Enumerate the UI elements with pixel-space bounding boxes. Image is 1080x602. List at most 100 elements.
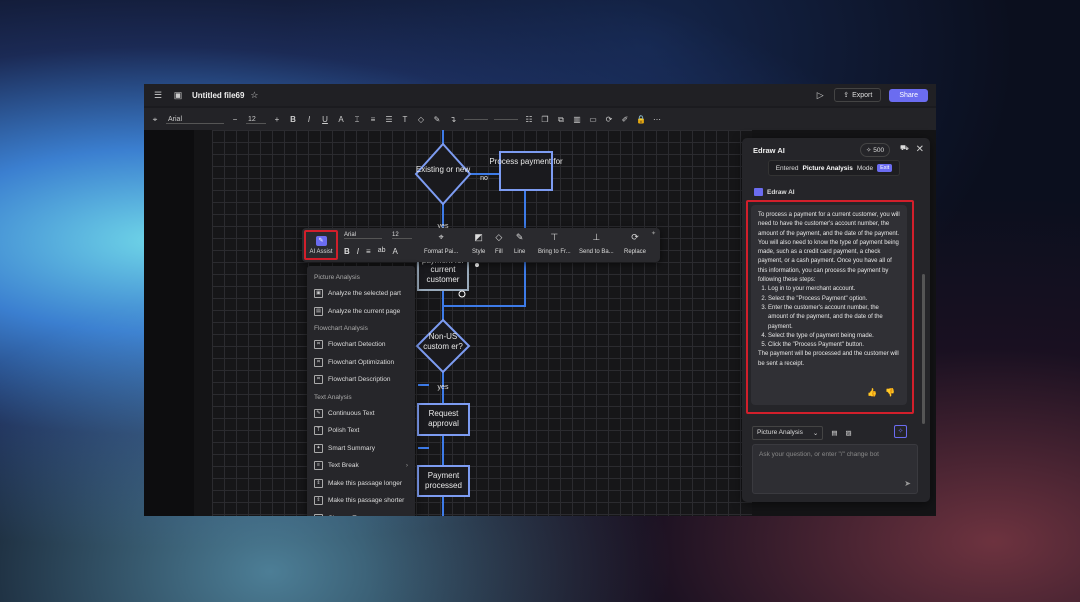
pen-icon[interactable]: ✎ [432, 115, 442, 124]
clear-format-icon[interactable]: ⌶ [352, 115, 362, 125]
node-existing-text: Existing or new [416, 165, 470, 174]
line-icon: ✎ [515, 232, 524, 242]
replace-icon[interactable]: ⟳ [604, 115, 614, 124]
send-back-button[interactable]: ⊥ Send to Ba... [579, 232, 614, 255]
size-select[interactable]: 12 [246, 116, 266, 124]
ai-assist-menu: Picture Analysis ▣ Analyze the selected pa… [307, 266, 415, 516]
edit-icon[interactable]: ✐ [620, 115, 630, 124]
menu-item[interactable]: ☺ Change Tone › [307, 510, 415, 516]
layer-icon[interactable]: ⧉ [556, 115, 566, 125]
format-painter-tool-icon: ⌖ [438, 232, 444, 242]
send-back-icon: ⊥ [592, 232, 601, 242]
italic-icon[interactable]: I [304, 115, 314, 124]
align-icon[interactable]: ≡ [368, 115, 378, 124]
history-icon[interactable]: ▤ [831, 429, 837, 437]
menu-item-label: Flowchart Optimization [328, 358, 395, 366]
distribute-icon[interactable]: ▥ [572, 115, 582, 124]
size-icon[interactable]: ▭ [588, 115, 598, 124]
connector-icon[interactable]: ↴ [448, 115, 458, 124]
menu-item[interactable]: T Polish Text [307, 422, 415, 440]
image-upload-icon[interactable]: ▨ [846, 429, 852, 437]
decrease-size-icon[interactable]: − [230, 115, 240, 124]
menu-item[interactable]: ▣ Analyze the selected part [307, 285, 415, 303]
float-align-icon[interactable]: ≡ [366, 247, 371, 256]
share-button[interactable]: Share [889, 88, 928, 102]
answer-step: Select the type of payment being made. [768, 332, 900, 341]
font-select[interactable]: Arial [166, 116, 224, 124]
rotate-handle[interactable] [458, 290, 466, 298]
menu-item-label: Analyze the current page [328, 307, 401, 315]
node-processed: Payment processed [425, 471, 462, 490]
file-name[interactable]: Untitled file69 [192, 91, 244, 100]
menu-item[interactable]: ⌗ Flowchart Optimization [307, 354, 415, 372]
float-case-icon[interactable]: ab [378, 247, 386, 256]
menu-item[interactable]: ⇕ Make this passage shorter [307, 492, 415, 510]
chevron-right-icon: › [405, 462, 408, 470]
credits-badge[interactable]: ✧ 500 [860, 143, 891, 157]
close-icon[interactable]: ✕ [916, 144, 924, 155]
float-italic-icon[interactable]: I [357, 247, 359, 256]
group-icon[interactable]: ❐ [540, 115, 550, 124]
menu-item-label: Continuous Text [328, 409, 375, 417]
menu-icon[interactable]: ☰ [152, 89, 164, 101]
font-color-icon[interactable]: A [336, 115, 346, 124]
star-icon[interactable]: ☆ [248, 89, 260, 101]
ask-input[interactable]: Ask your question, or enter "/" change b… [752, 444, 918, 494]
ai-sender-label: Edraw AI [754, 188, 795, 196]
arrange-icon[interactable]: ☷ [524, 115, 534, 124]
menu-item[interactable]: ✎ Continuous Text [307, 405, 415, 423]
send-icon[interactable]: ➤ [904, 479, 911, 488]
selection-handle[interactable] [475, 263, 479, 267]
menu-item[interactable]: ⌗ Flowchart Detection [307, 336, 415, 354]
mode-select[interactable]: Picture Analysis ⌄ [752, 426, 824, 440]
format-painter-button[interactable]: ⌖ Format Pai... [424, 232, 458, 255]
pin-icon[interactable]: ✦ [651, 230, 656, 237]
menu-item-icon: ☺ [314, 513, 323, 516]
line-button[interactable]: ✎ Line [514, 232, 525, 255]
float-bold-icon[interactable]: B [344, 247, 350, 256]
fill-icon[interactable]: ◇ [416, 115, 426, 124]
lock-icon[interactable]: 🔒 [636, 115, 646, 124]
float-color-icon[interactable]: A [392, 247, 397, 256]
ai-answer: To process a payment for a current custo… [751, 205, 907, 405]
replace-button[interactable]: ⟳ Replace [624, 232, 646, 255]
float-size-select[interactable]: 12 [392, 232, 412, 239]
more-icon[interactable]: ⋯ [652, 115, 662, 124]
export-button[interactable]: ⇪ Export [834, 88, 882, 102]
increase-size-icon[interactable]: + [272, 115, 282, 124]
style-button[interactable]: ◩ Style [472, 232, 485, 255]
panel-scrollbar[interactable] [922, 274, 925, 424]
line-weight-select[interactable] [494, 119, 518, 120]
bring-front-button[interactable]: ⊤ Bring to Fr... [538, 232, 571, 255]
menu-item-icon: ▣ [314, 289, 323, 299]
float-font-select[interactable]: Arial [344, 232, 382, 239]
menu-item-icon: ⇕ [314, 478, 323, 488]
bold-icon[interactable]: B [288, 115, 298, 124]
menu-item[interactable]: ▤ Analyze the current page [307, 303, 415, 321]
favorite-icon[interactable]: ✧ [894, 425, 907, 438]
cart-icon[interactable]: ⛟ [900, 144, 909, 153]
menu-item-icon: ⌗ [314, 375, 323, 385]
menu-item-label: Text Break [328, 462, 359, 470]
menu-item[interactable]: ⇕ Make this passage longer [307, 475, 415, 493]
text-icon[interactable]: T [400, 115, 410, 124]
menu-item[interactable]: ⌗ Flowchart Description [307, 371, 415, 389]
underline-icon[interactable]: U [320, 115, 330, 124]
menu-item[interactable]: ≡ Text Break › [307, 457, 415, 475]
thumbs-down-icon[interactable]: 👎 [885, 388, 895, 397]
format-painter-icon[interactable]: ⌖ [150, 115, 160, 125]
play-icon[interactable]: ▷ [814, 89, 826, 101]
menu-item-label: Change Tone [328, 515, 367, 516]
menu-section-title: Picture Analysis [314, 274, 360, 281]
ai-assist-button[interactable]: ✎ AI Assist [304, 230, 338, 260]
file-icon[interactable]: ▣ [172, 89, 184, 101]
menu-item[interactable]: ✦ Smart Summary [307, 440, 415, 458]
format-painter-label: Format Pai... [424, 249, 459, 255]
line-spacing-icon[interactable]: ☰ [384, 115, 394, 124]
exit-mode-button[interactable]: Exit [877, 164, 893, 172]
fill-button[interactable]: ◇ Fill [495, 232, 503, 255]
thumbs-up-icon[interactable]: 👍 [867, 388, 877, 397]
mode-prefix: Entered [775, 164, 799, 172]
decision-existing[interactable] [414, 142, 472, 206]
line-style-select[interactable] [464, 119, 488, 120]
